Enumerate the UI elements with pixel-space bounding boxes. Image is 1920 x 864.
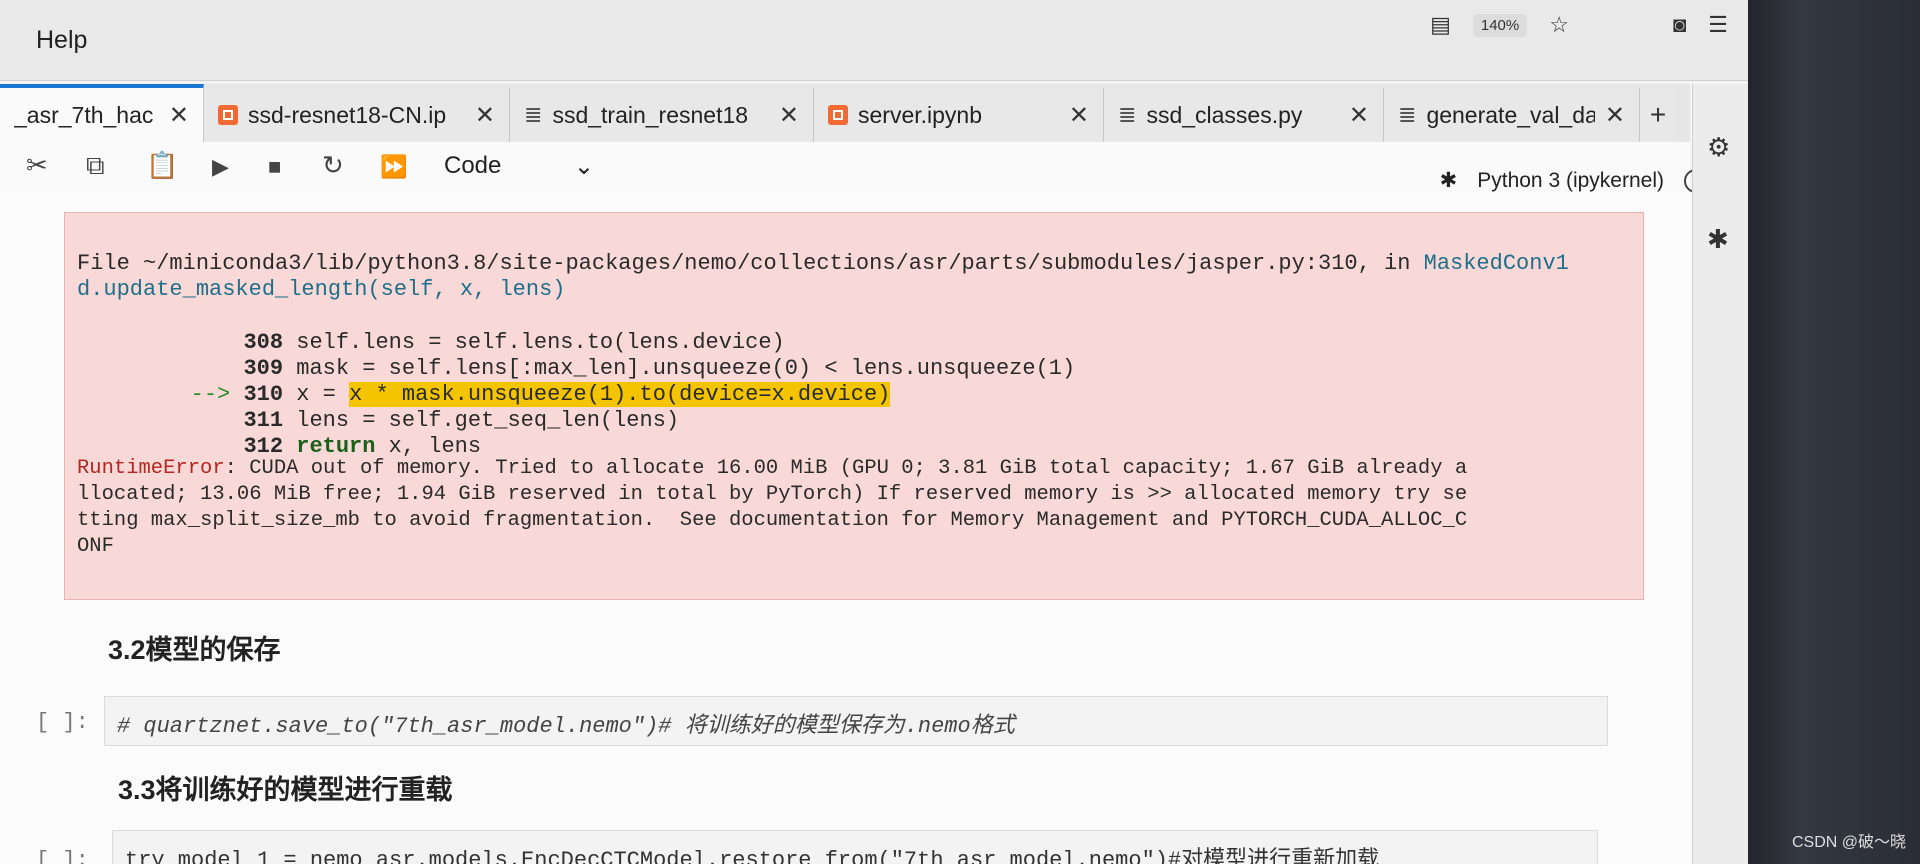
notebook-icon [218,105,238,125]
tab-server[interactable]: server.ipynb ✕ [814,88,1104,142]
run-icon[interactable]: ▶ [212,154,229,180]
pocket-icon[interactable]: ◙ [1673,12,1686,38]
error-message: ONF [77,535,114,558]
tab-label: _asr_7th_hac [14,101,154,128]
close-icon[interactable]: ✕ [1349,101,1369,130]
error-message: RuntimeError: CUDA out of memory. Tried … [77,457,1468,480]
notebook-panel: File ~/miniconda3/lib/python3.8/site-pac… [0,192,1692,864]
text-file-icon: ≣ [1118,102,1137,127]
tab-label: server.ipynb [858,101,983,128]
kernel-name: Python 3 (ipykernel) [1477,168,1664,192]
new-tab-button[interactable]: + [1640,88,1676,142]
text-file-icon: ≣ [524,102,543,127]
jupyterlab-window: Help ▤ 140% ☆ ◙ ☰ _asr_7th_hac ✕ ssd-res… [0,0,1748,864]
cell-type-select[interactable]: Code ⌄ [444,152,594,181]
property-inspector-icon[interactable]: ⚙ [1707,132,1730,163]
close-icon[interactable]: ✕ [169,101,189,130]
text-file-icon: ≣ [1398,102,1417,127]
reader-view-icon[interactable]: ▤ [1430,12,1451,38]
restart-icon[interactable]: ↻ [322,150,344,181]
notebook-toolbar: ✂ ⧉ 📋 ▶ ■ ↻ ⏩ Code ⌄ [0,142,1690,193]
tab-label: ssd_train_resnet18 [552,101,749,128]
bookmark-star-icon[interactable]: ☆ [1549,12,1569,38]
document-tab-bar: _asr_7th_hac ✕ ssd-resnet18-CN.ip ✕ ≣ ss… [0,84,1690,142]
error-message: llocated; 13.06 MiB free; 1.94 GiB reser… [77,483,1468,506]
browser-toolbar: ▤ 140% ☆ ◙ ☰ [1430,12,1728,38]
close-icon[interactable]: ✕ [1069,101,1089,130]
zoom-level[interactable]: 140% [1472,13,1528,37]
fast-forward-icon[interactable]: ⏩ [380,154,407,180]
copy-icon[interactable]: ⧉ [86,150,105,182]
code-cell[interactable]: try_model_1 = nemo_asr.models.EncDecCTCM… [112,830,1598,864]
tab-label: ssd-resnet18-CN.ip [248,101,447,128]
kernel-status[interactable]: ✱ Python 3 (ipykernel) [1440,168,1708,193]
paste-icon[interactable]: 📋 [146,150,178,181]
top-menu-bar: Help ▤ 140% ☆ ◙ ☰ [0,0,1748,81]
cell-code: # quartznet.save_to("7th_asr_model.nemo"… [117,714,1015,739]
stop-icon[interactable]: ■ [268,154,281,180]
bug-icon: ✱ [1439,169,1458,192]
menu-help[interactable]: Help [36,26,87,55]
tab-ssd-train-resnet18[interactable]: ≣ ssd_train_resnet18 ✕ [510,88,814,142]
cell-prompt: [ ]: [36,848,89,864]
close-icon[interactable]: ✕ [1605,101,1625,130]
notebook-icon [828,105,848,125]
tab-label: generate_val_datas [1426,101,1595,128]
tab-label: ssd_classes.py [1146,101,1303,128]
error-output: File ~/miniconda3/lib/python3.8/site-pac… [64,212,1644,600]
tab-ssd-classes[interactable]: ≣ ssd_classes.py ✕ [1104,88,1384,142]
tab-generate-val-datas[interactable]: ≣ generate_val_datas ✕ [1384,88,1640,142]
close-icon[interactable]: ✕ [475,101,495,130]
section-heading: 3.3将训练好的模型进行重载 [118,775,453,805]
cell-prompt: [ ]: [36,710,89,735]
section-heading: 3.2模型的保存 [108,635,281,665]
close-icon[interactable]: ✕ [779,101,799,130]
traceback-function-line: d.update_masked_length(self, x, lens) [77,277,566,302]
tab-ssd-resnet18-cn[interactable]: ssd-resnet18-CN.ip ✕ [204,88,510,142]
cell-type-value: Code [444,152,502,179]
code-cell[interactable]: # quartznet.save_to("7th_asr_model.nemo"… [104,696,1608,746]
debugger-icon[interactable]: ✱ [1707,224,1729,255]
traceback-file-line: File ~/miniconda3/lib/python3.8/site-pac… [77,251,1569,276]
device-bezel: CSDN @破～晓 [1748,0,1920,864]
cell-code: try_model_1 = nemo_asr.models.EncDecCTCM… [125,848,1380,864]
error-message: tting max_split_size_mb to avoid fragmen… [77,509,1468,532]
right-sidebar: ⚙ ✱ [1692,84,1748,864]
cut-icon[interactable]: ✂ [26,150,48,181]
chevron-down-icon: ⌄ [573,153,594,180]
tab-asr-notebook[interactable]: _asr_7th_hac ✕ [0,84,204,142]
watermark: CSDN @破～晓 [1791,834,1906,851]
menu-icon[interactable]: ☰ [1708,12,1728,38]
